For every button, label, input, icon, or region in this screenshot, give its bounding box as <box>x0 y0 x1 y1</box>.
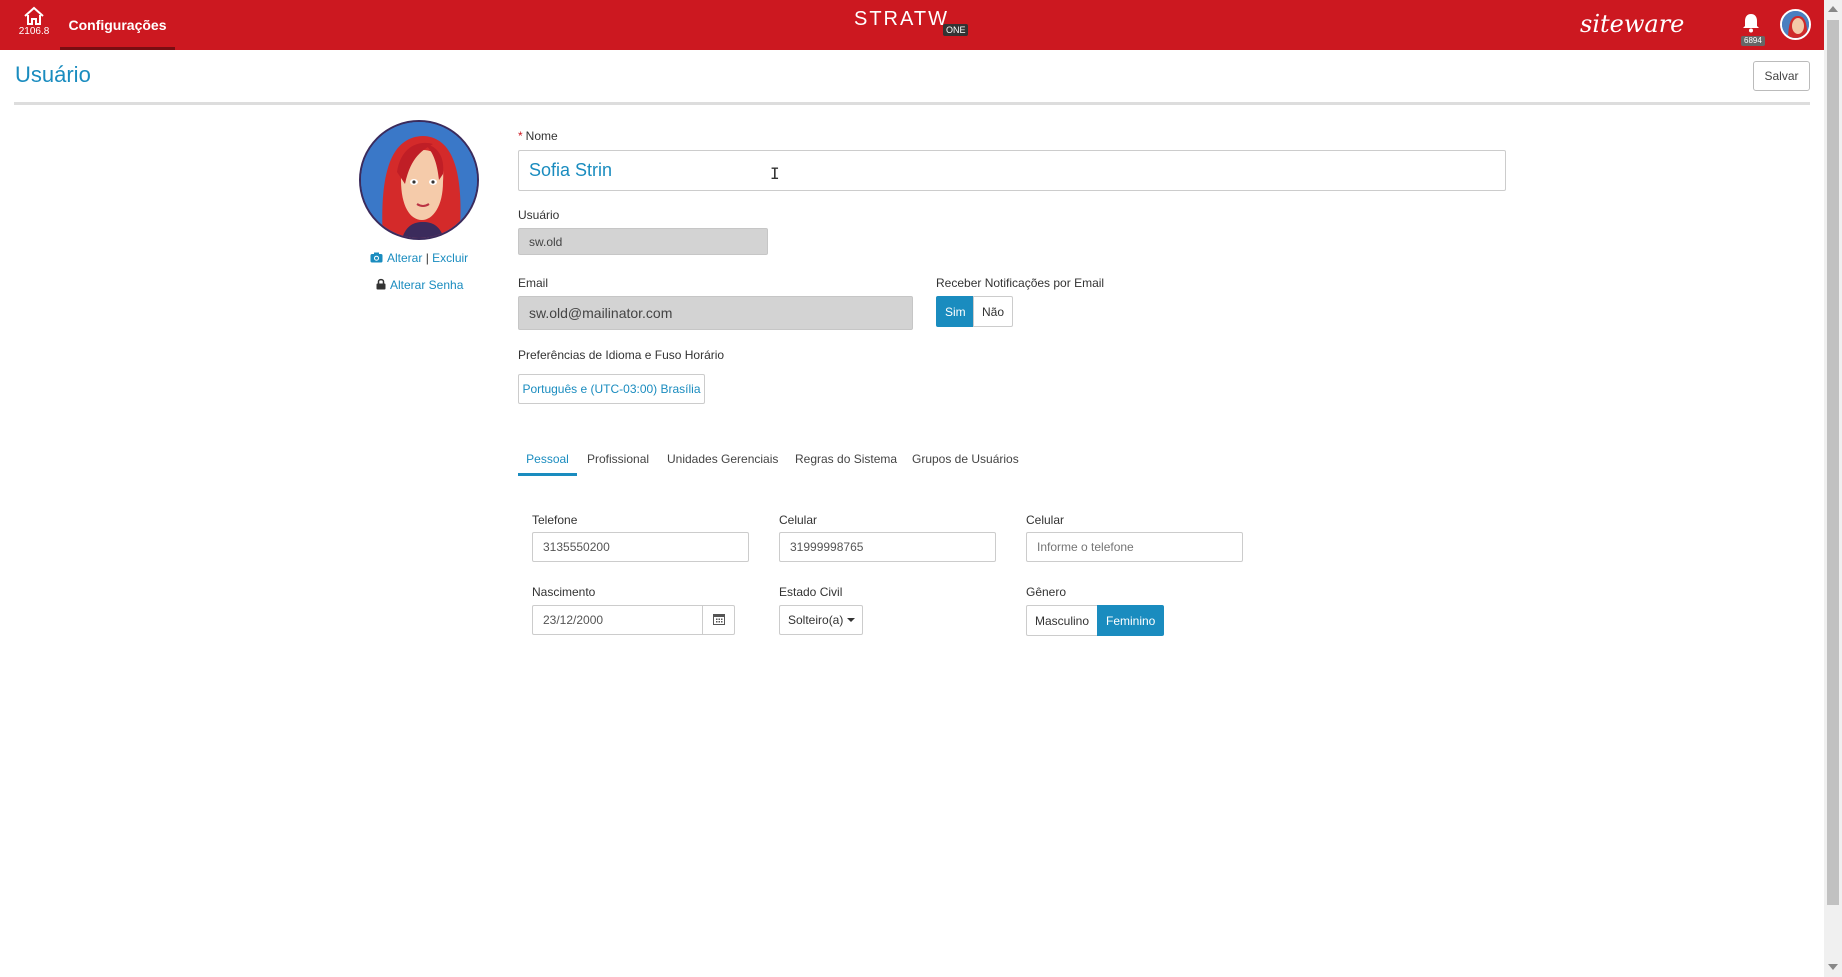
photo-actions: Alterar | Excluir <box>370 251 468 266</box>
civil-status-label: Estado Civil <box>779 585 843 599</box>
chevron-down-icon <box>847 618 856 622</box>
language-label: Preferências de Idioma e Fuso Horário <box>518 348 725 362</box>
delete-photo-link[interactable]: Excluir <box>432 251 468 265</box>
mobile-field[interactable] <box>779 532 996 562</box>
camera-icon <box>370 252 383 266</box>
profile-photo <box>359 120 479 240</box>
brand-logo[interactable]: STRATWONE <box>854 8 969 36</box>
tab-profissional[interactable]: Profissional <box>587 446 649 476</box>
name-field[interactable] <box>518 150 1506 191</box>
tab-configuracoes[interactable]: Configurações <box>60 0 175 50</box>
civil-status-value: Solteiro(a) <box>788 613 844 627</box>
email-label: Email <box>518 276 549 290</box>
required-mark: * <box>518 129 523 143</box>
civil-status-select[interactable]: Solteiro(a) <box>779 605 863 635</box>
brand-name: STRATW <box>854 8 949 30</box>
home-button[interactable]: 2106.8 <box>14 6 54 46</box>
name-label: * Nome <box>518 129 558 143</box>
mobile2-field[interactable] <box>1026 532 1243 562</box>
scroll-up-arrow-icon[interactable] <box>1828 6 1838 12</box>
notification-count-badge: 6894 <box>1741 36 1765 46</box>
brand-suffix: ONE <box>942 24 969 36</box>
calendar-button[interactable] <box>702 605 735 635</box>
scroll-down-arrow-icon[interactable] <box>1828 964 1838 970</box>
lock-icon <box>376 278 386 293</box>
notify-label: Receber Notificações por Email <box>936 276 1105 290</box>
header-divider <box>14 102 1810 105</box>
tab-pessoal[interactable]: Pessoal <box>518 446 577 476</box>
bell-icon <box>1743 14 1759 33</box>
version-label: 2106.8 <box>18 26 50 37</box>
notify-yes-button[interactable]: Sim <box>936 296 974 327</box>
phone-field[interactable] <box>532 532 749 562</box>
tab-regras-do-sistema[interactable]: Regras do Sistema <box>795 446 897 476</box>
birth-label: Nascimento <box>532 585 596 599</box>
username-field <box>518 228 768 255</box>
page-scrollbar[interactable] <box>1824 0 1842 977</box>
top-bar: 2106.8 Configurações STRATWONE siteware … <box>0 0 1824 50</box>
language-timezone-button[interactable]: Português e (UTC-03:00) Brasília <box>518 374 705 404</box>
tab-grupos-de-usuarios[interactable]: Grupos de Usuários <box>912 446 1019 476</box>
scroll-thumb[interactable] <box>1827 20 1839 905</box>
partner-logo: siteware <box>1580 10 1685 38</box>
phone-label: Telefone <box>532 513 578 527</box>
calendar-icon <box>712 613 725 625</box>
change-password-action[interactable]: Alterar Senha <box>376 278 463 293</box>
gender-male-button[interactable]: Masculino <box>1026 605 1098 636</box>
notify-no-button[interactable]: Não <box>973 296 1013 327</box>
mobile2-label: Celular <box>1026 513 1065 527</box>
user-avatar[interactable] <box>1780 9 1811 40</box>
page-title: Usuário <box>15 62 91 87</box>
user-label: Usuário <box>518 208 560 222</box>
text-cursor-icon: I <box>770 164 780 183</box>
change-photo-link[interactable]: Alterar <box>387 251 422 265</box>
home-icon <box>24 6 44 25</box>
email-field <box>518 296 913 330</box>
mobile-label: Celular <box>779 513 818 527</box>
birth-date-field[interactable] <box>532 605 703 635</box>
save-button[interactable]: Salvar <box>1753 61 1810 91</box>
link-separator: | <box>425 251 429 265</box>
name-label-text: Nome <box>525 129 558 143</box>
gender-label: Gênero <box>1026 585 1067 599</box>
gender-female-button[interactable]: Feminino <box>1097 605 1164 636</box>
tab-unidades-gerenciais[interactable]: Unidades Gerenciais <box>667 446 778 476</box>
change-password-link[interactable]: Alterar Senha <box>390 278 463 292</box>
